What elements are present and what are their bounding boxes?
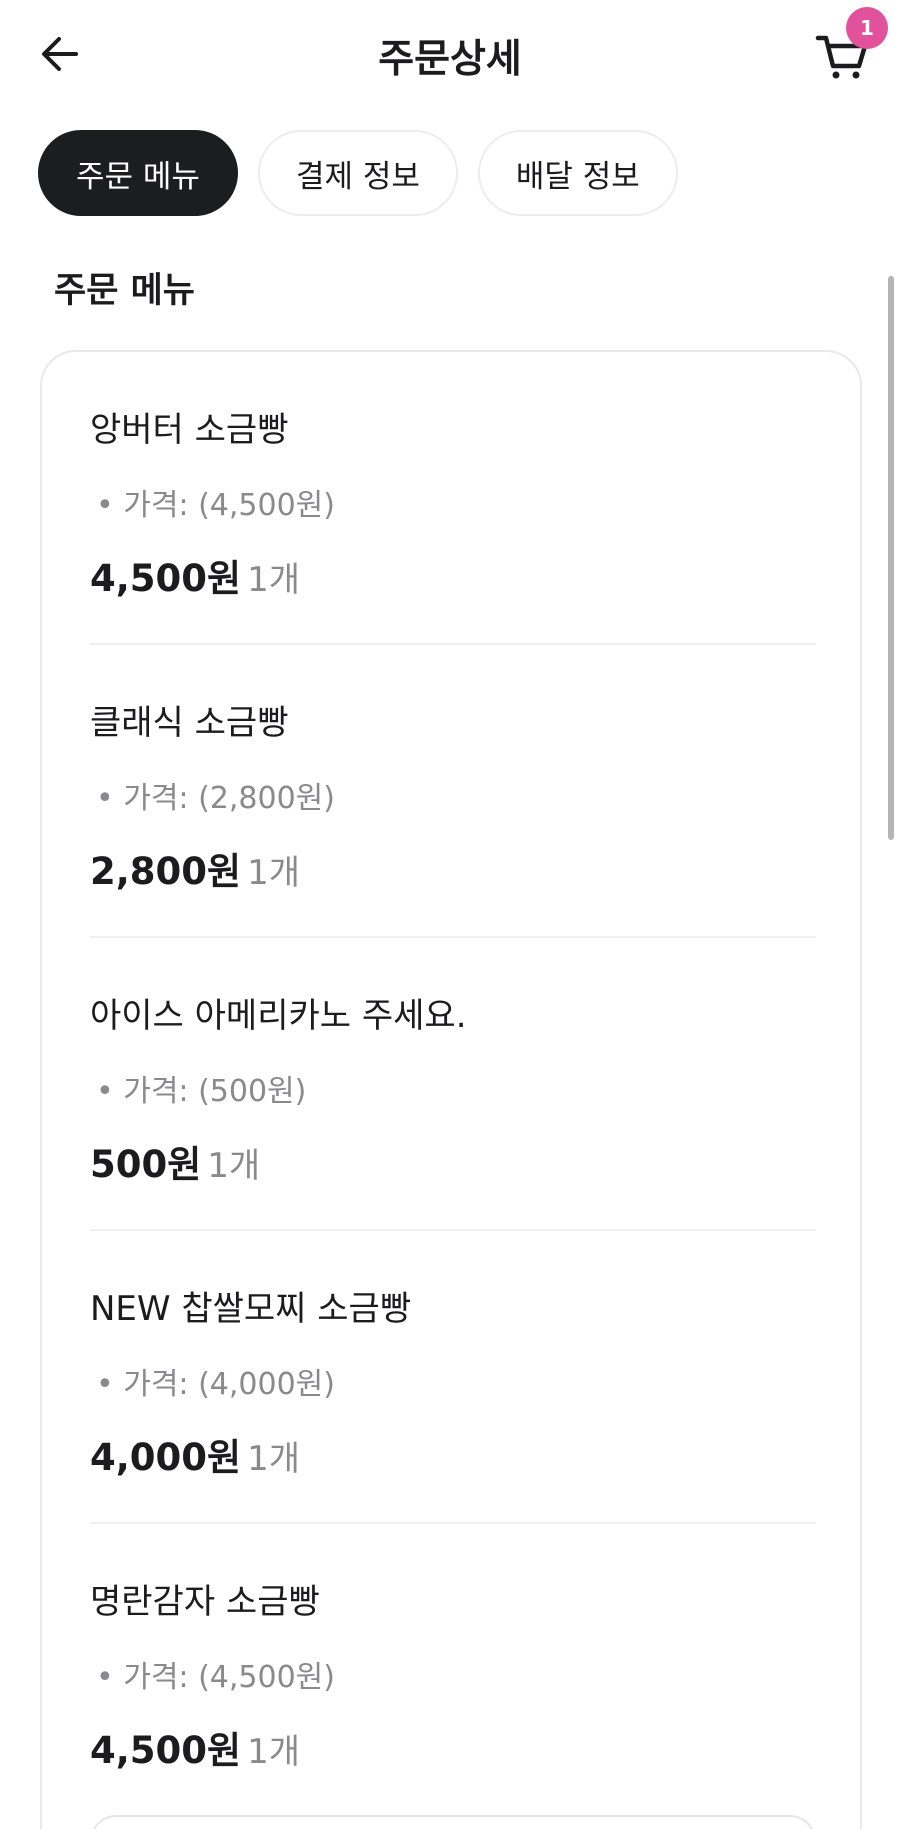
list-item: 아이스 아메리카노 주세요. • 가격: (500원) 500원 1개 [90, 938, 816, 1231]
order-detail-page: 주문상세 1 주문 메뉴 결제 정보 배달 정보 주문 메뉴 앙버터 소금빵 •… [0, 0, 900, 1829]
item-total: 500원 1개 [90, 1134, 260, 1188]
item-quantity: 1개 [247, 1439, 300, 1479]
order-items-card: 앙버터 소금빵 • 가격: (4,500원) 4,500원 1개 클래식 소금빵 … [40, 350, 862, 1829]
item-amount: 4,500원 [90, 1729, 242, 1772]
list-item: 클래식 소금빵 • 가격: (2,800원) 2,800원 1개 [90, 645, 816, 938]
tab-delivery-info[interactable]: 배달 정보 [477, 130, 678, 216]
list-item: 명란감자 소금빵 • 가격: (4,500원) 4,500원 1개 [90, 1524, 816, 1817]
item-unit-price: • 가격: (4,500원) [96, 488, 335, 523]
item-total: 4,500원 1개 [90, 548, 300, 602]
section-title: 주문 메뉴 [54, 271, 195, 311]
cart-count-badge: 1 [846, 7, 888, 49]
item-quantity: 1개 [247, 1732, 300, 1772]
item-amount: 4,500원 [90, 557, 242, 600]
page-title: 주문상세 [378, 37, 522, 82]
scrollbar[interactable] [888, 276, 894, 840]
item-amount: 4,000원 [90, 1436, 242, 1479]
item-name: 앙버터 소금빵 [90, 410, 289, 450]
next-section-box [90, 1815, 816, 1829]
header: 주문상세 1 [0, 0, 900, 110]
item-name: NEW 찹쌀모찌 소금빵 [90, 1289, 412, 1329]
item-total: 4,000원 1개 [90, 1427, 300, 1481]
item-total: 4,500원 1개 [90, 1720, 300, 1774]
item-amount: 2,800원 [90, 850, 242, 893]
list-item: 앙버터 소금빵 • 가격: (4,500원) 4,500원 1개 [90, 352, 816, 645]
item-quantity: 1개 [247, 853, 300, 893]
tab-bar: 주문 메뉴 결제 정보 배달 정보 [38, 130, 678, 216]
item-quantity: 1개 [207, 1146, 261, 1186]
item-unit-price: • 가격: (4,500원) [96, 1660, 335, 1695]
item-name: 아이스 아메리카노 주세요. [90, 996, 467, 1036]
list-item: NEW 찹쌀모찌 소금빵 • 가격: (4,000원) 4,000원 1개 [90, 1231, 816, 1524]
tab-order-menu[interactable]: 주문 메뉴 [38, 130, 238, 216]
item-amount: 500원 [90, 1143, 202, 1186]
item-name: 명란감자 소금빵 [90, 1582, 320, 1622]
item-unit-price: • 가격: (4,000원) [96, 1367, 335, 1402]
item-total: 2,800원 1개 [90, 841, 300, 895]
item-quantity: 1개 [247, 560, 300, 600]
item-unit-price: • 가격: (2,800원) [96, 781, 335, 816]
item-unit-price: • 가격: (500원) [96, 1074, 307, 1109]
tab-payment-info[interactable]: 결제 정보 [257, 130, 458, 216]
item-name: 클래식 소금빵 [90, 703, 289, 743]
